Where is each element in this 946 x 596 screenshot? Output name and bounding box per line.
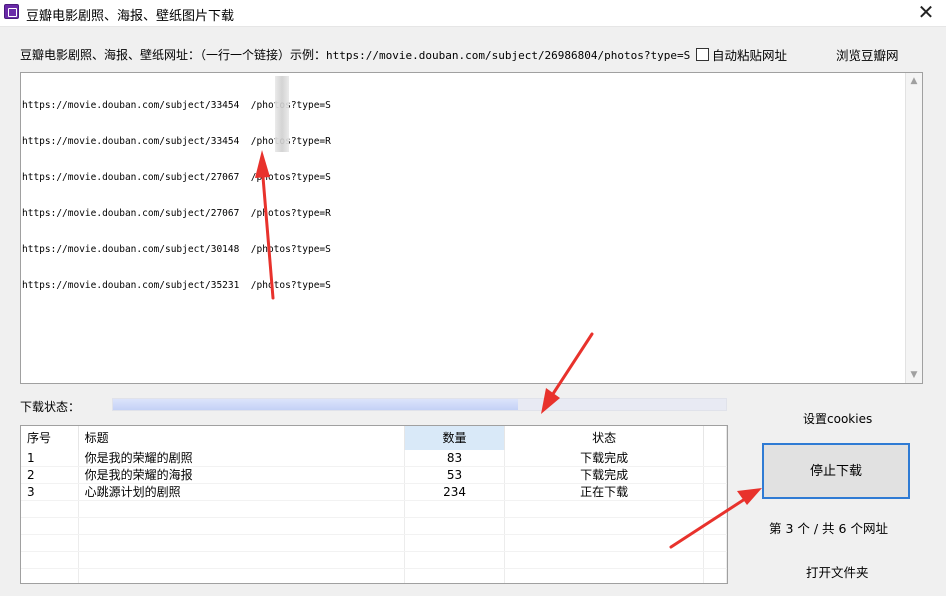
column-header-status[interactable]: 状态 (504, 426, 705, 450)
title-bar: 豆瓣电影剧照、海报、壁纸图片下载 ✕ (0, 0, 946, 27)
url-line: https://movie.douban.com/subject/30148 /… (22, 244, 331, 255)
stop-download-button[interactable]: 停止下载 (762, 443, 910, 499)
table-row[interactable]: 1 你是我的荣耀的剧照 83 下载完成 (21, 450, 727, 467)
window-title: 豆瓣电影剧照、海报、壁纸图片下载 (26, 9, 235, 24)
textarea-scrollbar[interactable]: ▲ ▼ (905, 73, 922, 383)
url-example: https://movie.douban.com/subject/2698680… (326, 49, 691, 62)
download-progress-bar (112, 398, 727, 411)
column-header-title[interactable]: 标题 (78, 426, 406, 450)
app-icon (4, 4, 19, 19)
empty-row (21, 534, 727, 552)
url-label-text: 豆瓣电影剧照、海报、壁纸网址：（一行一个链接）示例： (20, 48, 327, 62)
table: 序号 标题 数量 状态 1 你是我的荣耀的剧照 83 下载完成 2 你是我的荣耀… (21, 426, 727, 583)
column-header-index[interactable]: 序号 (21, 426, 79, 450)
cell-status: 下载完成 (504, 466, 705, 484)
cell-count: 234 (404, 483, 506, 501)
table-header-row: 序号 标题 数量 状态 (21, 426, 727, 450)
auto-paste-checkbox[interactable]: 自动粘贴网址 (696, 45, 787, 64)
url-line: https://movie.douban.com/subject/27067 /… (22, 208, 331, 219)
scroll-up-icon[interactable]: ▲ (909, 76, 919, 86)
scroll-down-icon[interactable]: ▼ (909, 370, 919, 380)
empty-row (21, 517, 727, 535)
cell-index: 3 (21, 483, 79, 501)
cell-index: 2 (21, 466, 79, 484)
url-line: https://movie.douban.com/subject/27067 /… (22, 172, 331, 183)
url-lines: https://movie.douban.com/subject/33454 /… (22, 76, 331, 328)
table-row[interactable]: 2 你是我的荣耀的海报 53 下载完成 (21, 466, 727, 484)
cell-title: 心跳源计划的剧照 (78, 483, 406, 501)
url-input-label: 豆瓣电影剧照、海报、壁纸网址：（一行一个链接）示例：https://movie.… (20, 46, 690, 63)
url-textarea[interactable]: https://movie.douban.com/subject/33454 /… (20, 72, 923, 384)
column-header-count[interactable]: 数量 (404, 426, 506, 450)
browse-douban-link[interactable]: 浏览豆瓣网 (836, 45, 899, 64)
checkbox-box[interactable] (696, 48, 709, 61)
cell-count: 53 (404, 466, 506, 484)
table-row[interactable]: 3 心跳源计划的剧照 234 正在下载 (21, 483, 727, 501)
open-folder-link[interactable]: 打开文件夹 (806, 562, 869, 581)
empty-row (21, 500, 727, 518)
download-status-label: 下载状态： (20, 400, 81, 414)
progress-fill (113, 399, 518, 410)
cell-index: 1 (21, 450, 79, 467)
cell-title: 你是我的荣耀的海报 (78, 466, 406, 484)
auto-paste-label: 自动粘贴网址 (712, 48, 788, 63)
url-line: https://movie.douban.com/subject/35231 /… (22, 280, 331, 291)
cell-title: 你是我的荣耀的剧照 (78, 450, 406, 467)
download-table[interactable]: 序号 标题 数量 状态 1 你是我的荣耀的剧照 83 下载完成 2 你是我的荣耀… (20, 425, 728, 584)
cell-count: 83 (404, 450, 506, 467)
url-count-label: 第 3 个 / 共 6 个网址 (769, 521, 888, 536)
cell-status: 正在下载 (504, 483, 705, 501)
redaction-blur (275, 76, 289, 152)
close-button[interactable]: ✕ (914, 1, 938, 25)
cell-status: 下载完成 (504, 450, 705, 467)
set-cookies-link[interactable]: 设置cookies (803, 410, 872, 427)
annotation-arrowhead-button (737, 488, 762, 505)
empty-row (21, 551, 727, 569)
empty-row (21, 568, 727, 583)
column-header-filler (703, 426, 727, 450)
